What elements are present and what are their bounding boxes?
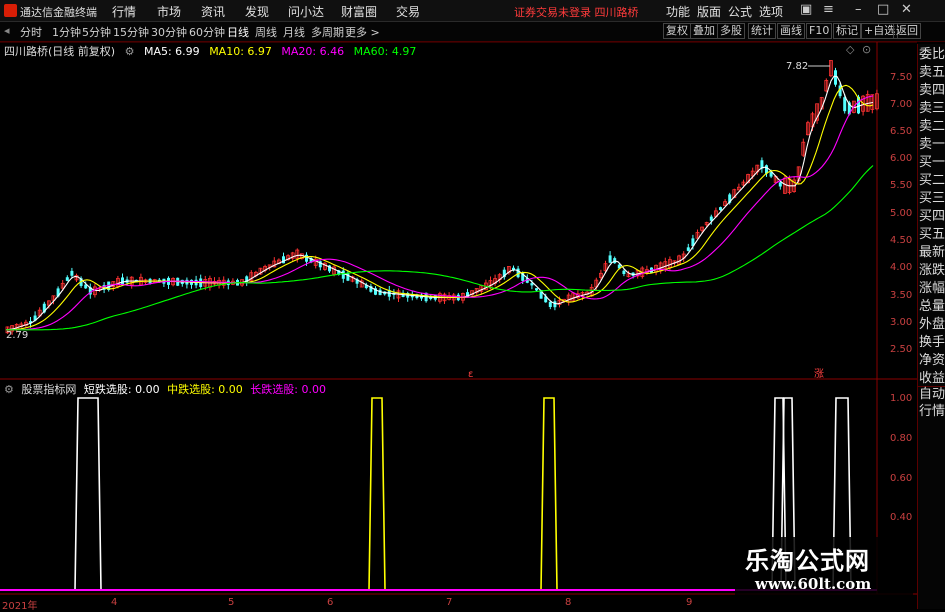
indicator-tick: 1.00 (890, 393, 913, 404)
price-tick: 7.00 (890, 99, 913, 110)
side-volume[interactable]: 总量 (918, 299, 945, 314)
candle-body (535, 288, 538, 291)
date-tick: 8 (565, 597, 572, 608)
price-tick: 3.50 (890, 290, 913, 301)
watermark: 乐淘公式网 www.60lt.com (735, 537, 913, 599)
candle-body (548, 301, 552, 307)
date-tick: 7 (446, 597, 453, 608)
ma5-label: MA5: 6.99 (143, 45, 200, 58)
side-quote[interactable]: 行情 (918, 404, 945, 419)
date-tick: 9 (686, 597, 693, 608)
price-tick: 4.50 (890, 235, 913, 246)
indicator-tick: 0.60 (890, 473, 913, 484)
candle-body (719, 207, 722, 211)
date-tick: 6 (327, 597, 334, 608)
indicator-tick: 0.40 (890, 512, 913, 523)
high-price-label: 7.82 (786, 61, 808, 72)
candle-body (686, 247, 690, 251)
candle-body (622, 270, 626, 275)
side-sell3[interactable]: 卖三 (918, 101, 945, 116)
side-sell2[interactable]: 卖二 (918, 119, 945, 134)
side-latest[interactable]: 最新 (918, 245, 945, 260)
side-buy5[interactable]: 买五 (918, 227, 945, 242)
date-tick: 4 (111, 597, 118, 608)
candlesticks (5, 60, 879, 335)
side-sell4[interactable]: 卖四 (918, 83, 945, 98)
event-marker[interactable]: 涨 (814, 368, 824, 380)
watermark-url: www.60lt.com (755, 575, 872, 593)
date-tick: 5 (228, 597, 235, 608)
price-tick: 3.00 (890, 317, 913, 328)
side-buy2[interactable]: 买二 (918, 173, 945, 188)
ma60-line (6, 165, 874, 331)
price-tick: 5.00 (890, 208, 913, 219)
price-tick: 4.00 (890, 262, 913, 273)
ma60-label: MA60: 4.97 (353, 45, 417, 58)
event-marker-small[interactable]: ε (468, 369, 473, 380)
kline-chart[interactable]: 7.82 2.79 涨 ε (0, 0, 945, 609)
side-change[interactable]: 涨跌 (918, 263, 945, 278)
settings-gear-icon[interactable]: ⚙ (125, 45, 135, 58)
ma20-label: MA20: 6.46 (281, 45, 345, 58)
candle-body (121, 277, 124, 285)
candle-body (341, 270, 345, 279)
date-tick: 2021年 (2, 601, 38, 612)
candle-body (282, 256, 285, 264)
price-tick: 6.00 (890, 153, 913, 164)
side-sell5[interactable]: 卖五 (918, 65, 945, 80)
stock-title: 四川路桥(日线 前复权) (4, 45, 116, 58)
side-sell1[interactable]: 卖一 (918, 137, 945, 152)
low-annotation: 2.79 (6, 330, 28, 341)
side-outer[interactable]: 外盘 (918, 317, 945, 332)
quote-side-panel: 委比 卖五 卖四 卖三 卖二 卖一 买一 买二 买三 买四 买五 最新 涨跌 涨… (917, 44, 945, 609)
side-earnings[interactable]: 收益 (918, 371, 945, 386)
price-tick: 5.50 (890, 180, 913, 191)
candle-body (608, 255, 612, 263)
indicator-tick: 0.80 (890, 433, 913, 444)
candle-body (65, 277, 69, 281)
candle-body (778, 182, 782, 187)
low-price-label: 2.79 (6, 330, 28, 341)
short-drop-label: 短跌选股: 0.00 (83, 383, 160, 396)
side-auto[interactable]: 自动 (918, 386, 945, 402)
candle-body (346, 272, 350, 281)
indicator-spike (74, 397, 102, 591)
price-tick: 7.50 (890, 72, 913, 83)
candle-body (70, 270, 74, 276)
indicator-spike (368, 397, 386, 591)
candle-body (843, 97, 847, 112)
side-buy3[interactable]: 买三 (918, 191, 945, 206)
watermark-title: 乐淘公式网 (745, 546, 870, 575)
zoom-icon[interactable]: ⊙ (862, 43, 871, 56)
diamond-icon[interactable]: ◇ (846, 43, 854, 56)
side-netasset[interactable]: 净资 (918, 353, 945, 368)
side-weibi[interactable]: 委比 (918, 47, 945, 62)
high-annotation: 7.82 (786, 61, 830, 72)
candle-body (305, 254, 308, 262)
indicator-gear-icon[interactable]: ⚙ (4, 383, 14, 396)
candle-body (553, 301, 557, 308)
indicator-spike (540, 397, 558, 591)
price-tick: 6.50 (890, 126, 913, 137)
ma10-label: MA10: 6.97 (209, 45, 272, 58)
indicator-info-line: ⚙ 股票指标网 短跌选股: 0.00 中跌选股: 0.00 长跌选股: 0.00 (4, 381, 330, 397)
side-change-pct[interactable]: 涨幅 (918, 281, 945, 296)
mid-drop-label: 中跌选股: 0.00 (167, 383, 243, 396)
long-drop-label: 长跌选股: 0.00 (250, 383, 326, 396)
side-turnover[interactable]: 换手 (918, 335, 945, 350)
price-tick: 2.50 (890, 344, 913, 355)
side-buy1[interactable]: 买一 (918, 155, 945, 170)
price-info-line: 四川路桥(日线 前复权) ⚙ MA5: 6.99 MA10: 6.97 MA20… (4, 43, 422, 59)
side-buy4[interactable]: 买四 (918, 209, 945, 224)
indicator-title: 股票指标网 (21, 383, 77, 396)
candle-body (834, 70, 837, 85)
